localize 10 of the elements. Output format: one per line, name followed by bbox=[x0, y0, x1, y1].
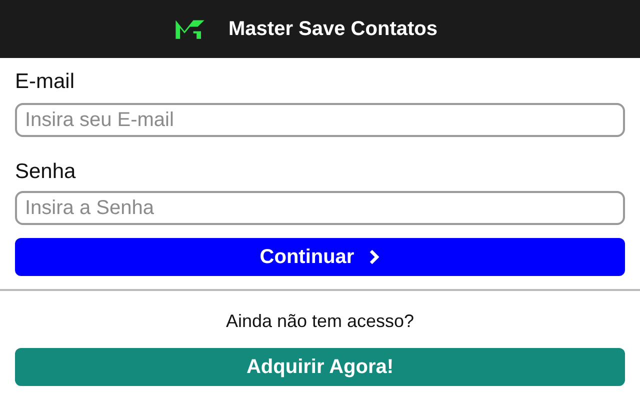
input-field[interactable]: Insira seu E-mail bbox=[15, 103, 625, 137]
app-title: Master Save Contatos bbox=[228, 18, 438, 40]
logo-icon bbox=[172, 18, 207, 40]
buy-now-button[interactable]: Adquirir Agora! bbox=[15, 348, 625, 386]
input-field[interactable]: Insira a Senha bbox=[15, 191, 625, 225]
chevron-right-icon bbox=[368, 249, 380, 265]
continue-button[interactable]: Continuar bbox=[15, 238, 625, 276]
field-label: Senha bbox=[15, 159, 77, 185]
signup-prompt: Ainda não tem acesso? bbox=[224, 311, 416, 332]
field-label: E-mail bbox=[15, 69, 76, 95]
